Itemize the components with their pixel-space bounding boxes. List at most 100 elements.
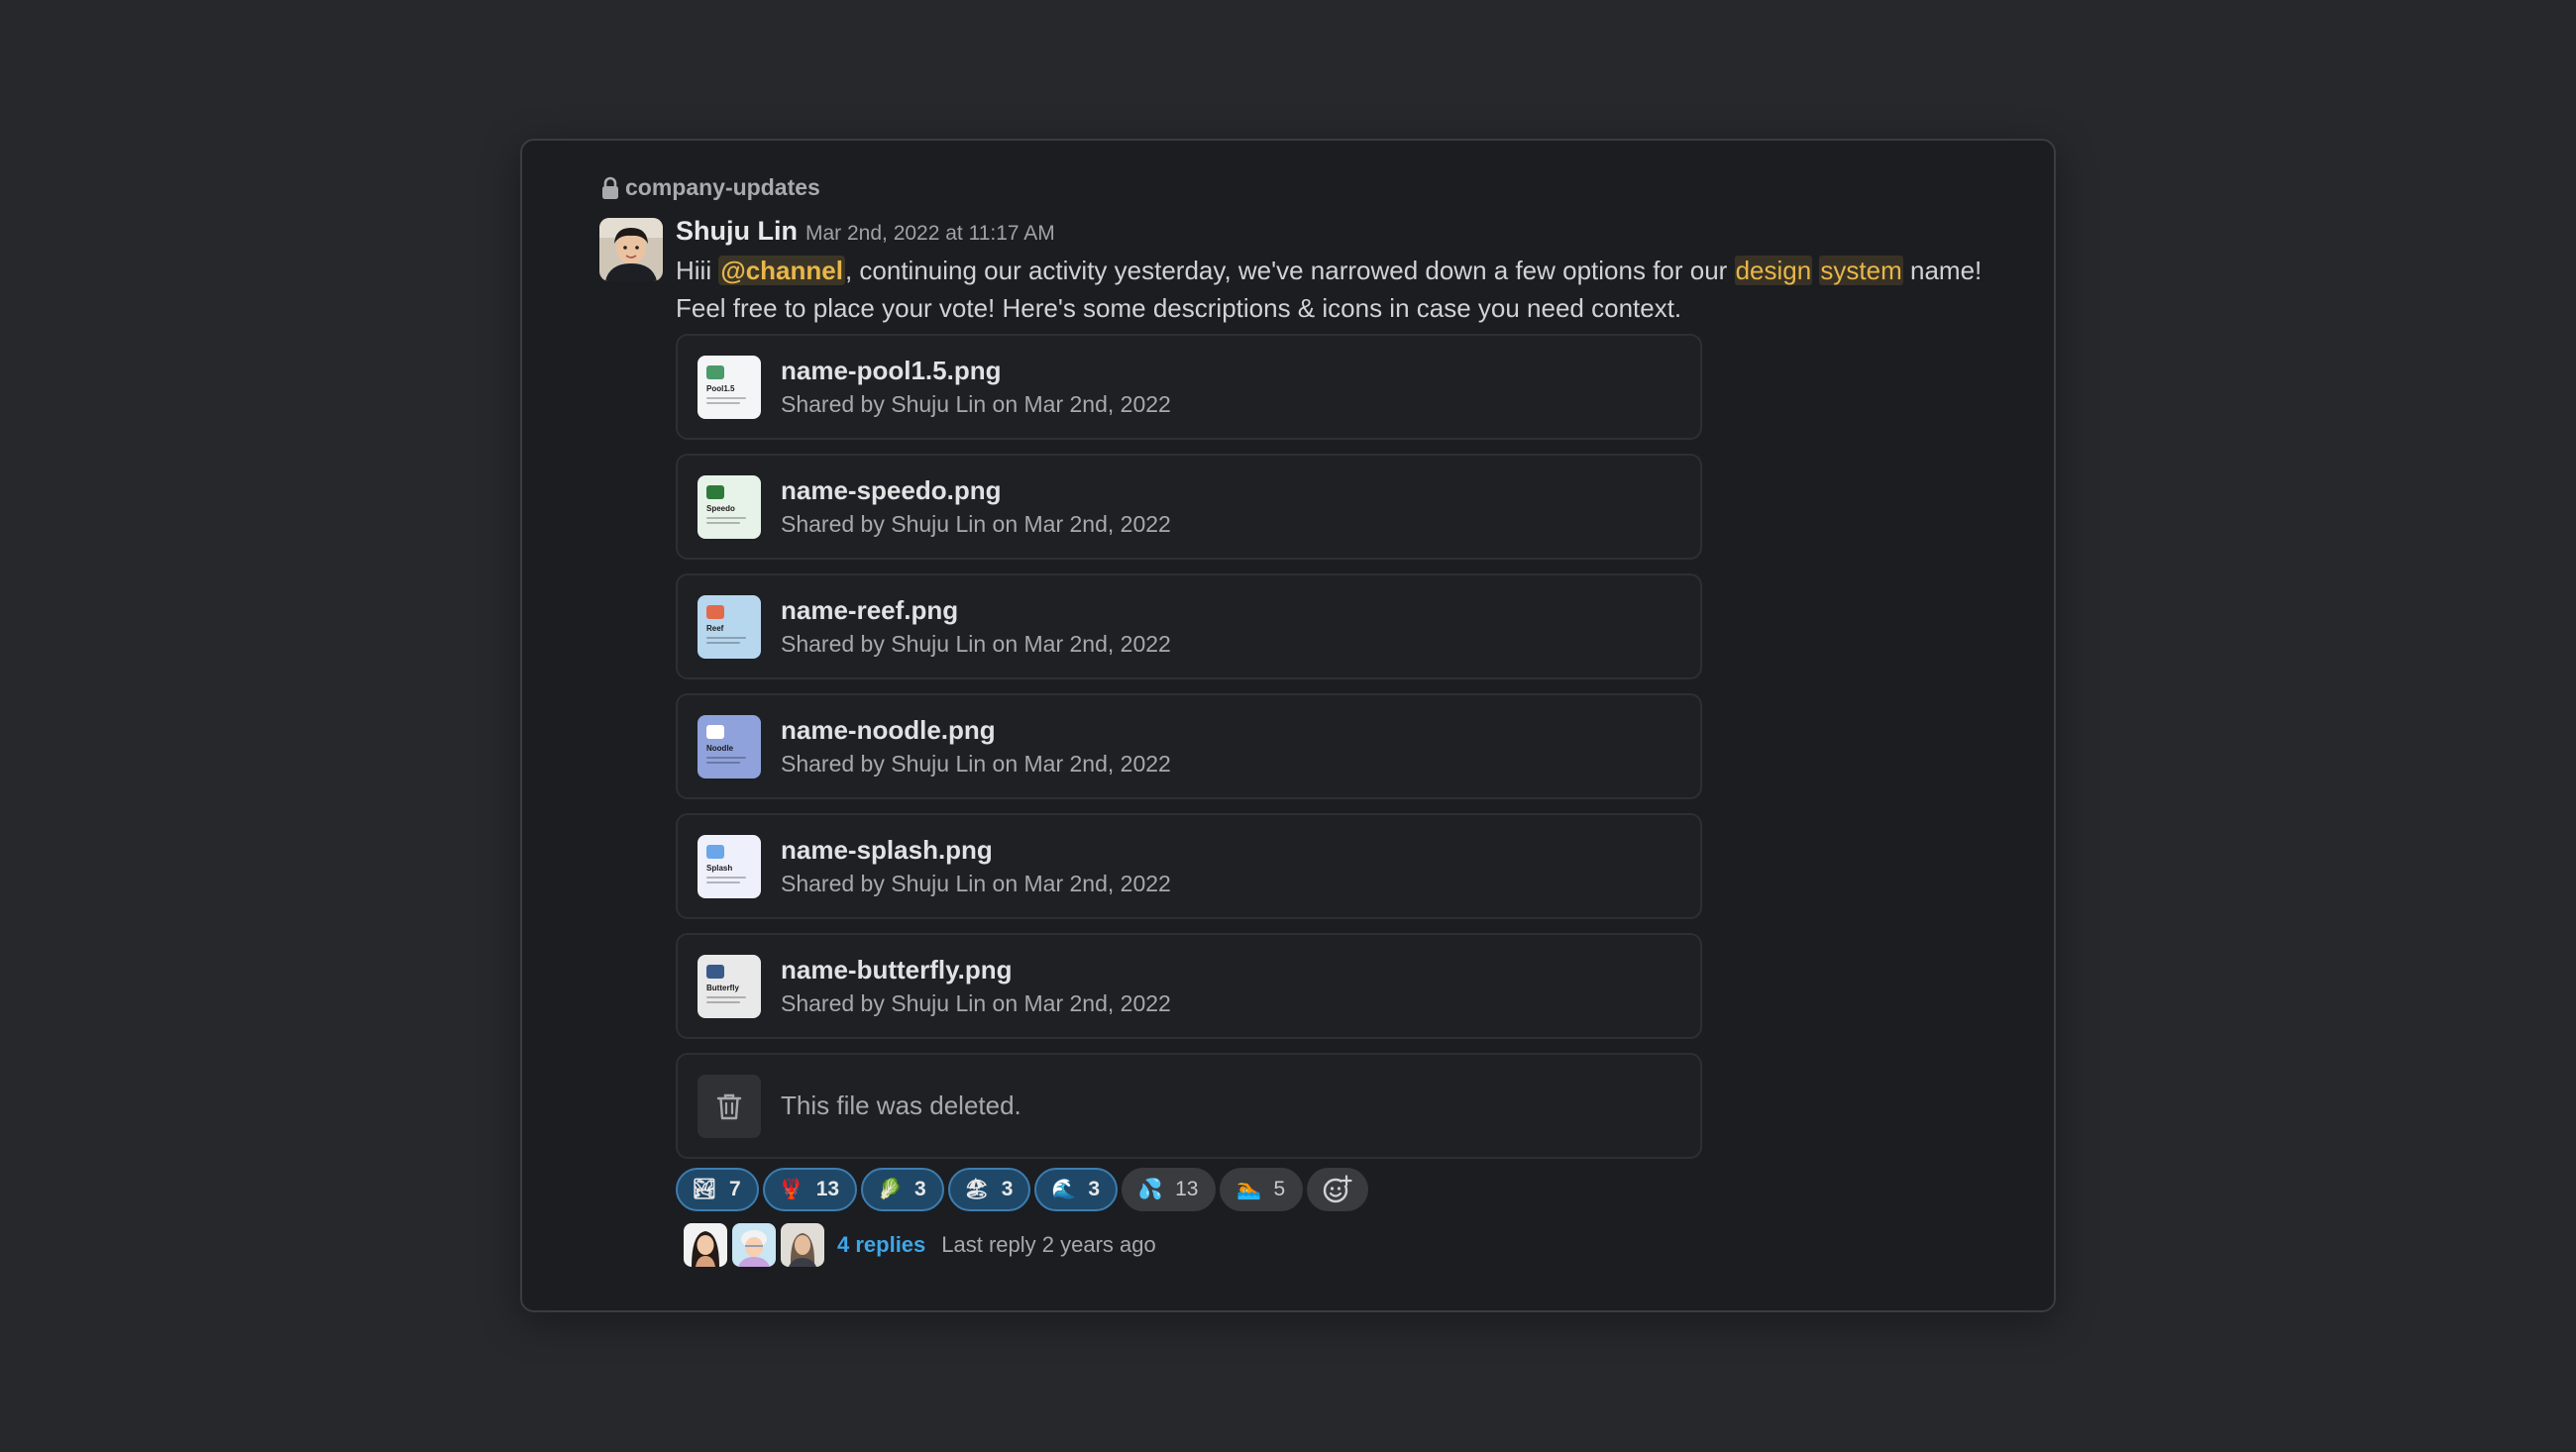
- landscape-emoji-icon: 🏞: [692, 1179, 717, 1200]
- thumbnail-line: [706, 995, 746, 998]
- reaction-count: 13: [1175, 1178, 1199, 1200]
- channel-mention[interactable]: @channel: [718, 256, 845, 285]
- beach-emoji-icon: 🏖: [964, 1179, 990, 1200]
- lobster-emoji-icon: 🦞: [779, 1179, 805, 1200]
- file-thumbnail: Reef: [698, 594, 761, 659]
- thumbnail-line: [706, 396, 746, 399]
- reaction-pill[interactable]: 🥬 3: [861, 1168, 944, 1211]
- reaction-pill[interactable]: 🦞 13: [762, 1168, 858, 1211]
- file-name[interactable]: name-butterfly.png: [781, 953, 1171, 986]
- reaction-pill[interactable]: 🏊 5: [1220, 1168, 1304, 1211]
- thumbnail-image-icon: [706, 484, 724, 499]
- message-header: Shuju Lin Mar 2nd, 2022 at 11:17 AM: [676, 216, 2023, 252]
- author-avatar[interactable]: [599, 218, 663, 281]
- thumbnail-image-icon: [706, 364, 724, 379]
- last-reply-text: Last reply 2 years ago: [941, 1232, 1156, 1257]
- thumbnail-line: [706, 636, 746, 639]
- file-info: name-pool1.5.png Shared by Shuju Lin on …: [781, 354, 1171, 421]
- swimmer-emoji-icon: 🏊: [1236, 1179, 1261, 1200]
- thumbnail-image-icon: [706, 844, 724, 859]
- file-meta: Shared by Shuju Lin on Mar 2nd, 2022: [781, 989, 1171, 1016]
- thumbnail-image-icon: [706, 604, 724, 619]
- message-body: Hiii @channel, continuing our activity y…: [676, 252, 2023, 327]
- file-info: name-butterfly.png Shared by Shuju Lin o…: [781, 953, 1171, 1020]
- thumbnail-image-icon: [706, 964, 724, 979]
- reaction-pill[interactable]: 🏖 3: [947, 1168, 1031, 1211]
- file-thumbnail: Splash: [698, 834, 761, 898]
- file-name[interactable]: name-pool1.5.png: [781, 354, 1171, 387]
- file-attachments: Pool1.5 name-pool1.5.png Shared by Shuju…: [676, 334, 1702, 1173]
- file-attachment[interactable]: Noodle name-noodle.png Shared by Shuju L…: [676, 693, 1702, 799]
- reaction-count: 5: [1273, 1178, 1286, 1200]
- file-meta: Shared by Shuju Lin on Mar 2nd, 2022: [781, 750, 1171, 777]
- thumbnail-title: Splash: [706, 863, 733, 873]
- file-thumbnail: Pool1.5: [698, 355, 761, 419]
- message-line-1: Hiii @channel, continuing our activity y…: [676, 252, 2023, 289]
- file-meta: Shared by Shuju Lin on Mar 2nd, 2022: [781, 630, 1171, 657]
- thread-summary[interactable]: 4 replies Last reply 2 years ago: [684, 1223, 1156, 1267]
- file-info: name-splash.png Shared by Shuju Lin on M…: [781, 833, 1171, 900]
- author-name[interactable]: Shuju Lin: [676, 216, 798, 247]
- thumbnail-title: Reef: [706, 623, 724, 633]
- file-attachment[interactable]: Splash name-splash.png Shared by Shuju L…: [676, 813, 1702, 919]
- message-text-mid: , continuing our activity yesterday, we'…: [844, 256, 1735, 285]
- file-info: name-noodle.png Shared by Shuju Lin on M…: [781, 713, 1171, 780]
- thumbnail-line: [706, 641, 740, 644]
- deleted-file-thumbnail: [698, 1074, 761, 1138]
- file-attachment[interactable]: Butterfly name-butterfly.png Shared by S…: [676, 933, 1702, 1039]
- reactions-bar: 🏞 7 🦞 13 🥬 3 🏖 3 🌊 3 💦 13 🏊 5: [676, 1168, 1369, 1211]
- file-thumbnail: Butterfly: [698, 954, 761, 1018]
- replies-link[interactable]: 4 replies: [837, 1232, 925, 1258]
- highlight-design: design: [1734, 256, 1813, 285]
- thumbnail-line: [706, 881, 740, 883]
- deleted-file-text: This file was deleted.: [781, 1090, 1021, 1120]
- file-name[interactable]: name-speedo.png: [781, 473, 1171, 507]
- message: Shuju Lin Mar 2nd, 2022 at 11:17 AM Hiii…: [676, 216, 2023, 327]
- add-emoji-icon: [1323, 1175, 1352, 1203]
- wave-emoji-icon: 🌊: [1050, 1179, 1076, 1200]
- leafy-green-emoji-icon: 🥬: [877, 1179, 903, 1200]
- file-name[interactable]: name-noodle.png: [781, 713, 1171, 747]
- reply-avatar: [781, 1223, 824, 1267]
- add-reaction-button[interactable]: [1307, 1168, 1369, 1211]
- file-meta: Shared by Shuju Lin on Mar 2nd, 2022: [781, 390, 1171, 417]
- message-timestamp[interactable]: Mar 2nd, 2022 at 11:17 AM: [805, 222, 1055, 246]
- thumbnail-title: Speedo: [706, 503, 735, 513]
- thumbnail-title: Noodle: [706, 743, 734, 753]
- file-thumbnail: Speedo: [698, 474, 761, 539]
- file-info: name-reef.png Shared by Shuju Lin on Mar…: [781, 593, 1171, 661]
- thumbnail-title: Butterfly: [706, 983, 739, 992]
- file-attachment[interactable]: Pool1.5 name-pool1.5.png Shared by Shuju…: [676, 334, 1702, 440]
- file-attachment[interactable]: Speedo name-speedo.png Shared by Shuju L…: [676, 454, 1702, 560]
- deleted-file: This file was deleted.: [676, 1053, 1702, 1159]
- thumbnail-line: [706, 1000, 740, 1003]
- channel-name: company-updates: [625, 174, 820, 200]
- reaction-count: 13: [815, 1178, 840, 1200]
- thumbnail-image-icon: [706, 724, 724, 739]
- file-thumbnail: Noodle: [698, 714, 761, 778]
- file-attachment[interactable]: Reef name-reef.png Shared by Shuju Lin o…: [676, 573, 1702, 679]
- channel-header[interactable]: company-updates: [601, 174, 820, 201]
- file-meta: Shared by Shuju Lin on Mar 2nd, 2022: [781, 510, 1171, 537]
- reply-avatar: [732, 1223, 776, 1267]
- reaction-pill[interactable]: 🏞 7: [676, 1168, 759, 1211]
- thumbnail-title: Pool1.5: [706, 383, 735, 393]
- file-name[interactable]: name-splash.png: [781, 833, 1171, 867]
- sweat-drops-emoji-icon: 💦: [1137, 1179, 1163, 1200]
- reaction-count: 3: [914, 1178, 926, 1200]
- reaction-count: 7: [729, 1178, 741, 1200]
- thumbnail-line: [706, 401, 740, 404]
- file-name[interactable]: name-reef.png: [781, 593, 1171, 627]
- reaction-pill[interactable]: 💦 13: [1122, 1168, 1217, 1211]
- reaction-count: 3: [1001, 1178, 1014, 1200]
- thumbnail-line: [706, 756, 746, 759]
- reply-avatar: [684, 1223, 727, 1267]
- highlight-system: system: [1819, 256, 1903, 285]
- thumbnail-line: [706, 761, 740, 764]
- reaction-pill[interactable]: 🌊 3: [1034, 1168, 1119, 1211]
- message-line-2: Feel free to place your vote! Here's som…: [676, 293, 1682, 323]
- message-text-end: name!: [1902, 256, 1983, 285]
- trash-icon: [716, 1093, 742, 1119]
- message-card: company-updates Shuju Lin Mar 2nd, 2022 …: [520, 139, 2056, 1312]
- thumbnail-line: [706, 876, 746, 879]
